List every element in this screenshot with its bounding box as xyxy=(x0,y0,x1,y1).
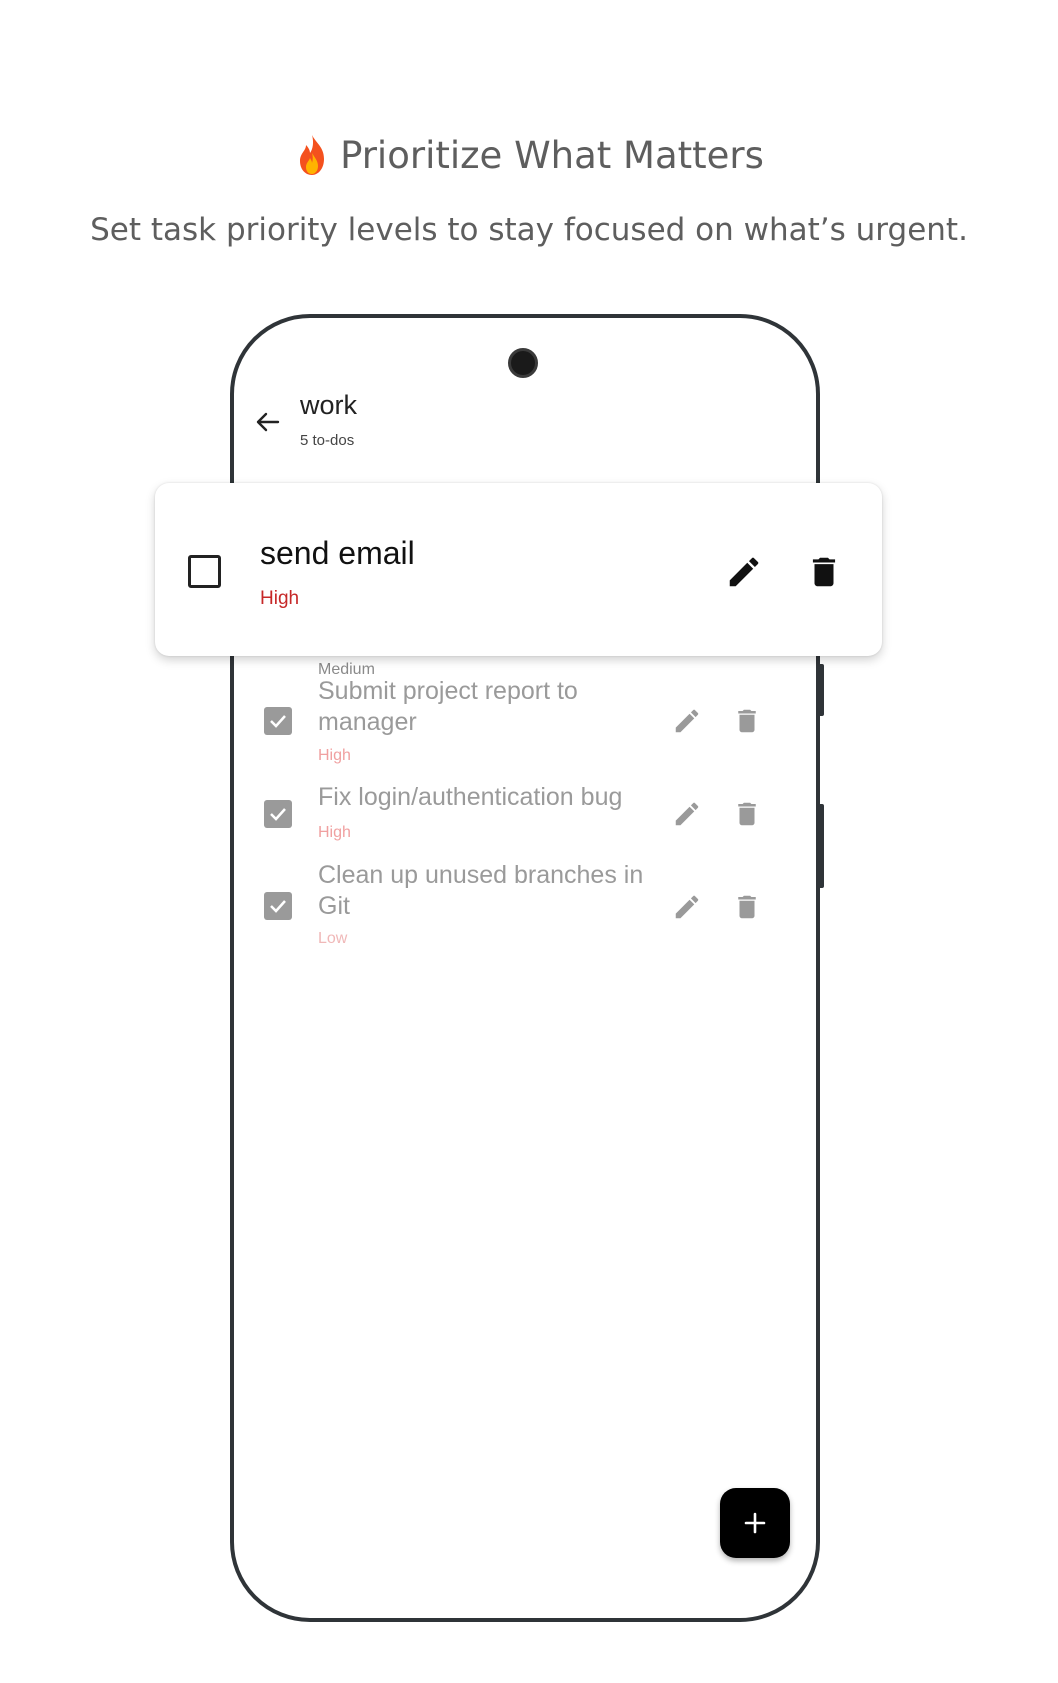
pencil-icon[interactable] xyxy=(672,706,702,736)
trash-icon[interactable] xyxy=(732,892,762,922)
completed-checkbox[interactable] xyxy=(264,800,292,828)
pencil-icon[interactable] xyxy=(672,892,702,922)
trash-icon[interactable] xyxy=(732,799,762,829)
todo-title: Clean up unused branches in Git xyxy=(318,861,644,920)
check-icon xyxy=(270,715,286,728)
camera-hole xyxy=(508,348,538,378)
trash-icon[interactable] xyxy=(732,706,762,736)
check-icon xyxy=(270,808,286,821)
pencil-icon[interactable] xyxy=(725,553,763,591)
fire-icon xyxy=(300,135,325,175)
app-bar: work 5 to-dos xyxy=(234,388,816,458)
plus-icon xyxy=(744,1512,766,1534)
headline-subtitle: Set task priority levels to stay focused… xyxy=(90,212,968,248)
arrow-left-icon[interactable] xyxy=(248,402,288,442)
completed-checkbox[interactable] xyxy=(264,892,292,920)
list-title: work xyxy=(300,390,358,420)
highlighted-task-card[interactable]: send email High xyxy=(155,483,882,656)
headline: Prioritize What Matters xyxy=(0,133,1058,177)
todo-title: Fix login/authentication bug xyxy=(318,783,623,811)
add-todo-button[interactable] xyxy=(720,1488,790,1558)
priority-label: High xyxy=(318,747,351,764)
priority-label: High xyxy=(260,588,300,609)
pencil-icon[interactable] xyxy=(672,799,702,829)
priority-label: Low xyxy=(318,930,348,947)
task-title: send email xyxy=(260,535,415,571)
priority-label: High xyxy=(318,824,351,841)
list-count: 5 to-dos xyxy=(300,432,355,449)
completed-checkbox[interactable] xyxy=(264,707,292,735)
trash-icon[interactable] xyxy=(805,553,843,591)
task-checkbox[interactable] xyxy=(188,555,221,588)
todo-title: Submit project report to manager xyxy=(318,677,578,736)
check-icon xyxy=(270,900,286,913)
headline-title: Prioritize What Matters xyxy=(340,133,764,177)
